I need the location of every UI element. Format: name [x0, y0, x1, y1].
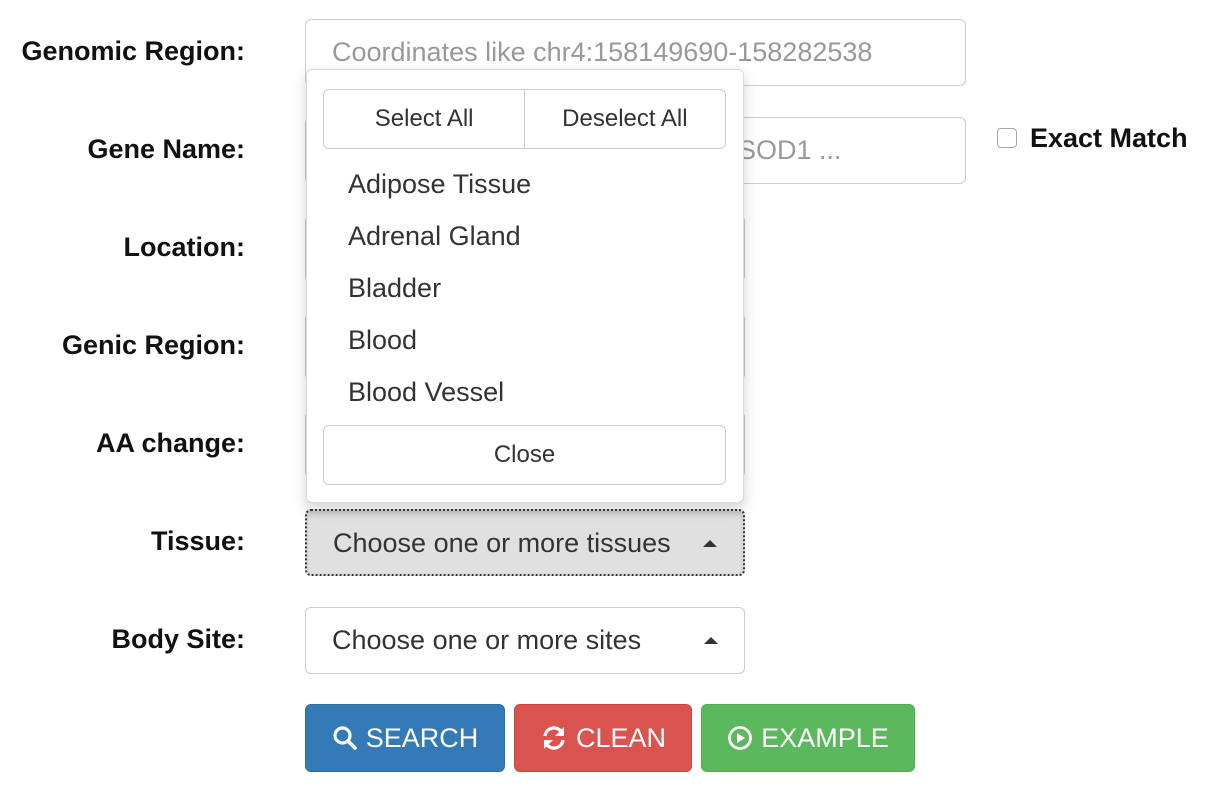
example-button[interactable]: EXAMPLE	[701, 704, 915, 772]
exact-match-checkbox[interactable]: Exact Match	[997, 120, 1188, 156]
tissue-select-text: Choose one or more tissues	[333, 528, 671, 558]
tissue-select-button[interactable]: Choose one or more tissues	[305, 509, 745, 576]
genic-region-label: Genic Region:	[61, 330, 245, 360]
body-site-select-text: Choose one or more sites	[332, 625, 642, 655]
play-circle-icon	[728, 726, 753, 750]
genomic-region-label: Genomic Region:	[21, 36, 245, 66]
select-actions-group: Select All Deselect All	[323, 89, 726, 149]
tissue-option[interactable]: Adrenal Gland	[307, 210, 743, 262]
dropdown-close-button[interactable]: Close	[323, 425, 726, 485]
search-button[interactable]: SEARCH	[305, 704, 505, 772]
clean-button[interactable]: CLEAN	[514, 704, 692, 772]
tissue-label: Tissue:	[150, 526, 245, 556]
tissue-options-list: Adipose Tissue Adrenal Gland Bladder Blo…	[307, 158, 743, 418]
caret-up-icon	[704, 637, 718, 644]
tissue-option[interactable]: Adipose Tissue	[307, 158, 743, 210]
select-all-button[interactable]: Select All	[323, 89, 526, 149]
exact-match-label: Exact Match	[1030, 122, 1188, 153]
tissue-option[interactable]: Blood Vessel	[307, 366, 743, 418]
example-button-label: EXAMPLE	[761, 722, 889, 753]
body-site-select-button[interactable]: Choose one or more sites	[305, 607, 745, 674]
search-icon	[333, 726, 357, 750]
gene-name-label: Gene Name:	[87, 134, 245, 164]
body-site-label: Body Site:	[111, 624, 245, 654]
exact-match-box[interactable]	[997, 128, 1017, 148]
caret-up-icon	[703, 540, 717, 547]
location-label: Location:	[123, 232, 246, 262]
search-button-label: SEARCH	[365, 722, 479, 753]
tissue-option[interactable]: Bladder	[307, 262, 743, 314]
tissue-option[interactable]: Blood	[307, 314, 743, 366]
deselect-all-button[interactable]: Deselect All	[523, 89, 726, 149]
aa-change-label: AA change:	[95, 428, 245, 458]
search-form: Genomic Region: Coordinates like chr4:15…	[0, 0, 1212, 800]
clean-button-label: CLEAN	[575, 722, 667, 753]
tissue-dropdown-menu: Select All Deselect All Adipose Tissue A…	[306, 69, 744, 503]
refresh-icon	[543, 726, 565, 750]
